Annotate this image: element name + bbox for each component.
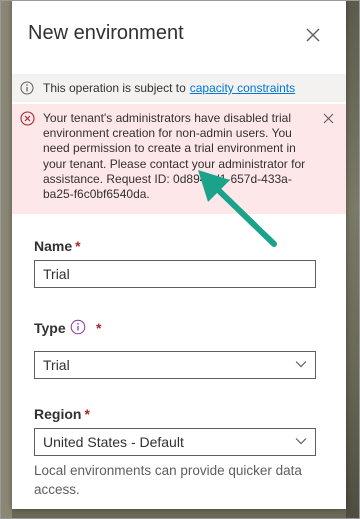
region-dropdown-value: United States - Default — [43, 434, 184, 450]
name-label-text: Name — [34, 238, 73, 254]
chevron-down-icon — [295, 361, 307, 368]
region-hint: Local environments can provide quicker d… — [34, 463, 302, 497]
close-icon[interactable] — [304, 26, 322, 44]
dismiss-icon[interactable] — [323, 113, 334, 124]
region-dropdown[interactable]: United States - Default — [34, 428, 316, 456]
type-required-mark: * — [96, 320, 102, 336]
error-message: Your tenant's administrators have disabl… — [43, 111, 306, 202]
chevron-down-icon — [295, 438, 307, 445]
background-right — [346, 0, 360, 519]
info-bar: This operation is subject to capacity con… — [12, 74, 346, 102]
region-label: Region * — [34, 406, 90, 422]
info-icon — [20, 81, 34, 95]
panel-title: New environment — [28, 22, 184, 44]
info-icon[interactable] — [70, 319, 86, 335]
type-dropdown[interactable]: Trial — [34, 351, 316, 379]
type-label: Type — [34, 320, 66, 336]
info-message: This operation is subject to — [43, 81, 186, 95]
name-required-mark: * — [75, 238, 81, 254]
background-left — [0, 0, 12, 519]
region-label-text: Region — [34, 406, 82, 422]
region-required-mark: * — [84, 406, 90, 422]
error-icon — [20, 111, 35, 126]
info-text: This operation is subject to capacity con… — [43, 81, 295, 95]
name-label: Name * — [34, 238, 81, 254]
new-environment-panel: New environment This operation is subjec… — [12, 0, 346, 509]
name-input-value: Trial — [43, 266, 70, 282]
capacity-constraints-link[interactable]: capacity constraints — [190, 81, 295, 95]
type-dropdown-value: Trial — [43, 357, 70, 373]
name-input[interactable]: Trial — [34, 260, 316, 288]
type-label-text: Type — [34, 320, 66, 336]
